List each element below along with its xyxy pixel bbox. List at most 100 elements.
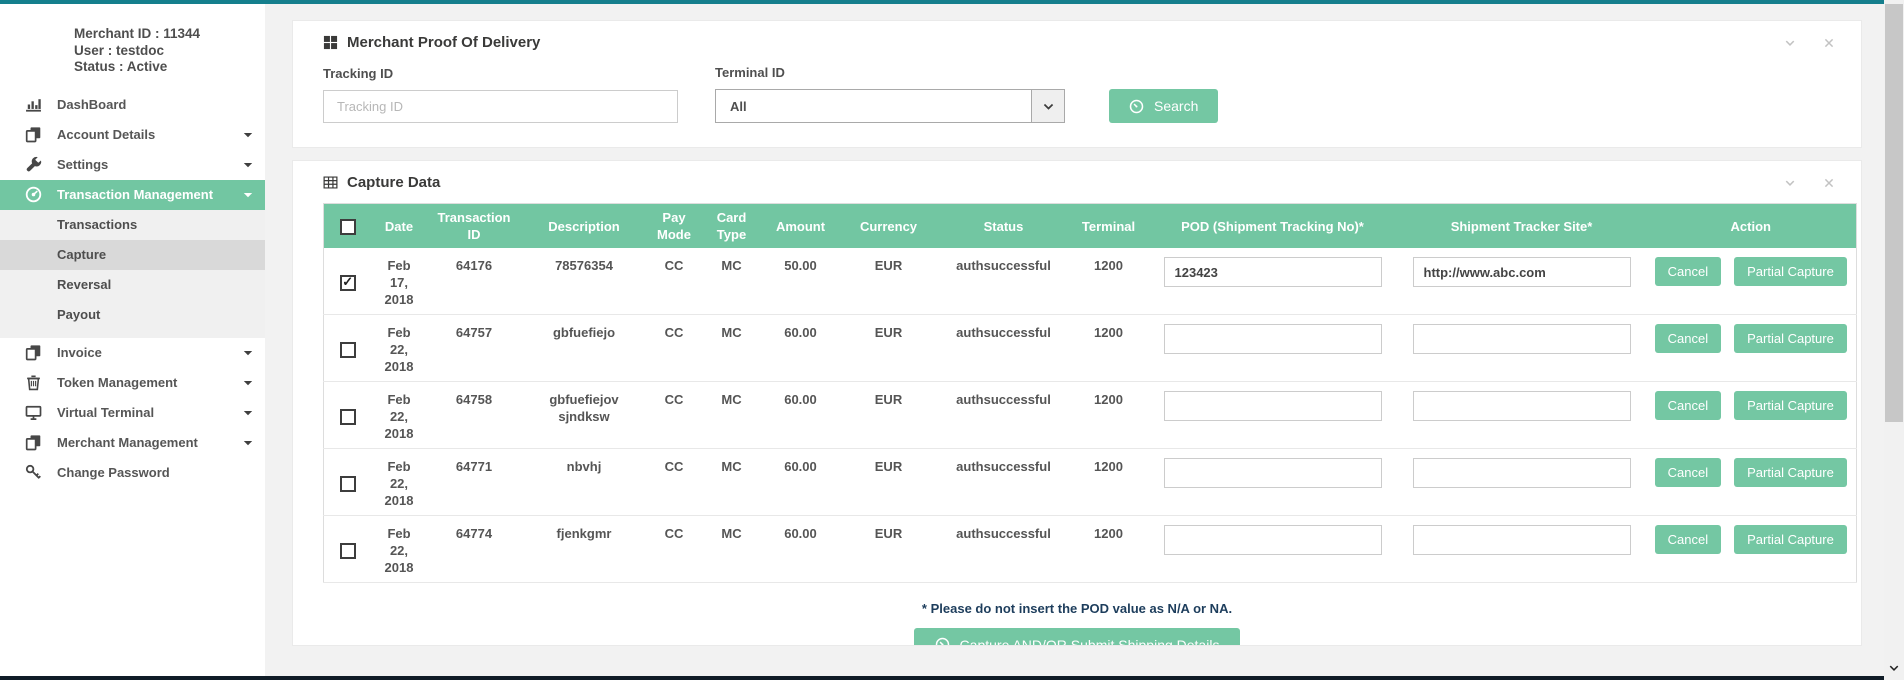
- cell-card-type: MC: [702, 382, 762, 449]
- cell-description: gbfuefiejov sjndksw: [522, 382, 647, 449]
- terminal-id-group: Terminal ID All: [715, 65, 1065, 123]
- scrollbar-down-button[interactable]: [1884, 659, 1904, 677]
- cell-date: Feb 22, 2018: [381, 324, 417, 375]
- pod-tracking-input[interactable]: [1164, 324, 1382, 354]
- cell-card-type: MC: [702, 315, 762, 382]
- cell-status: authsuccessful: [938, 516, 1070, 583]
- files-icon: [25, 344, 42, 361]
- cell-amount: 60.00: [762, 315, 840, 382]
- pod-tracking-input[interactable]: [1164, 257, 1382, 287]
- sidebar-item-label: Token Management: [57, 375, 243, 390]
- cell-date: Feb 22, 2018: [381, 391, 417, 442]
- sidebar-item-label: Transaction Management: [57, 187, 243, 202]
- sidebar-subitem-transactions[interactable]: Transactions: [0, 210, 265, 240]
- pod-panel-title-text: Merchant Proof Of Delivery: [347, 34, 540, 51]
- pod-note-text: * Please do not insert the POD value as …: [293, 601, 1861, 616]
- pod-panel-title: Merchant Proof Of Delivery: [323, 34, 540, 51]
- pod-panel-controls: [1784, 37, 1835, 49]
- sidebar-item-change-password[interactable]: Change Password: [0, 458, 265, 488]
- sidebar-item-account-details[interactable]: Account Details: [0, 120, 265, 150]
- cell-amount: 50.00: [762, 248, 840, 315]
- sidebar-item-virtual-terminal[interactable]: Virtual Terminal: [0, 398, 265, 428]
- sidebar-item-dashboard[interactable]: DashBoard: [0, 90, 265, 120]
- bar-chart-icon: [25, 96, 42, 113]
- tracker-site-input[interactable]: [1413, 257, 1631, 287]
- submit-row: Capture AND/OR Submit Shipping Details: [293, 628, 1861, 646]
- sidebar-item-invoice[interactable]: Invoice: [0, 338, 265, 368]
- capture-submit-button[interactable]: Capture AND/OR Submit Shipping Details: [914, 628, 1241, 646]
- table-row: Feb 22, 2018 64758 gbfuefiejov sjndksw C…: [324, 382, 1857, 449]
- cancel-button[interactable]: Cancel: [1655, 525, 1721, 554]
- select-chevron-down-icon[interactable]: [1031, 90, 1064, 122]
- cell-description: gbfuefiejo: [522, 315, 647, 382]
- cell-terminal: 1200: [1070, 315, 1148, 382]
- cell-currency: EUR: [840, 315, 938, 382]
- pod-tracking-input[interactable]: [1164, 391, 1382, 421]
- column-header: POD (Shipment Tracking No)*: [1148, 204, 1398, 249]
- pod-tracking-input[interactable]: [1164, 458, 1382, 488]
- sidebar-item-transaction-management[interactable]: Transaction Management: [0, 180, 265, 210]
- cell-pay-mode: CC: [647, 516, 702, 583]
- tracker-site-input[interactable]: [1413, 391, 1631, 421]
- tracker-site-input[interactable]: [1413, 324, 1631, 354]
- clock-icon: [935, 637, 950, 646]
- cell-transaction-id: 64757: [427, 315, 522, 382]
- cell-status: authsuccessful: [938, 382, 1070, 449]
- sidebar-item-settings[interactable]: Settings: [0, 150, 265, 180]
- sidebar-subitem-payout[interactable]: Payout: [0, 300, 265, 330]
- capture-panel-header: Capture Data: [293, 161, 1861, 191]
- cancel-button[interactable]: Cancel: [1655, 257, 1721, 286]
- table-row: Feb 17, 2018 64176 78576354 CC MC 50.00 …: [324, 248, 1857, 315]
- sidebar-item-token-management[interactable]: Token Management: [0, 368, 265, 398]
- column-header: Shipment Tracker Site*: [1398, 204, 1646, 249]
- cell-terminal: 1200: [1070, 516, 1148, 583]
- partial-capture-button[interactable]: Partial Capture: [1734, 391, 1847, 420]
- cell-transaction-id: 64758: [427, 382, 522, 449]
- table-row: Feb 22, 2018 64774 fjenkgmr CC MC 60.00 …: [324, 516, 1857, 583]
- trash-icon: [25, 374, 42, 391]
- tracker-site-input[interactable]: [1413, 458, 1631, 488]
- close-icon[interactable]: [1823, 177, 1835, 189]
- cell-date: Feb 17, 2018: [381, 257, 417, 308]
- row-select-checkbox[interactable]: [340, 543, 356, 559]
- partial-capture-button[interactable]: Partial Capture: [1734, 324, 1847, 353]
- sidebar-submenu: TransactionsCaptureReversalPayout: [0, 210, 265, 338]
- cell-pay-mode: CC: [647, 248, 702, 315]
- merchant-status-text: Status : Active: [74, 59, 265, 76]
- collapse-icon[interactable]: [1784, 37, 1796, 49]
- tracking-id-input[interactable]: [323, 90, 678, 123]
- partial-capture-button[interactable]: Partial Capture: [1734, 257, 1847, 286]
- cancel-button[interactable]: Cancel: [1655, 458, 1721, 487]
- terminal-id-select[interactable]: All: [715, 89, 1065, 123]
- column-header: Amount: [762, 204, 840, 249]
- terminal-id-selected-value: All: [716, 90, 1031, 122]
- cell-transaction-id: 64774: [427, 516, 522, 583]
- sidebar-subitem-reversal[interactable]: Reversal: [0, 270, 265, 300]
- table-icon: [323, 175, 338, 190]
- vertical-scrollbar[interactable]: [1884, 0, 1904, 680]
- sidebar-item-merchant-management[interactable]: Merchant Management: [0, 428, 265, 458]
- search-button[interactable]: Search: [1109, 89, 1218, 123]
- row-select-checkbox[interactable]: [340, 409, 356, 425]
- files-icon: [25, 434, 42, 451]
- column-header: Card Type: [702, 204, 762, 249]
- collapse-icon[interactable]: [1784, 177, 1796, 189]
- key-icon: [25, 464, 42, 481]
- cancel-button[interactable]: Cancel: [1655, 324, 1721, 353]
- row-select-checkbox[interactable]: [340, 476, 356, 492]
- partial-capture-button[interactable]: Partial Capture: [1734, 458, 1847, 487]
- grid-icon: [323, 35, 338, 50]
- row-select-checkbox[interactable]: [340, 342, 356, 358]
- scrollbar-thumb[interactable]: [1885, 4, 1903, 422]
- partial-capture-button[interactable]: Partial Capture: [1734, 525, 1847, 554]
- row-select-checkbox[interactable]: [340, 275, 356, 291]
- sidebar-subitem-capture[interactable]: Capture: [0, 240, 265, 270]
- pod-panel: Merchant Proof Of Delivery Tracking ID T…: [292, 20, 1862, 148]
- select-all-checkbox[interactable]: [340, 219, 356, 235]
- pod-tracking-input[interactable]: [1164, 525, 1382, 555]
- tracker-site-input[interactable]: [1413, 525, 1631, 555]
- close-icon[interactable]: [1823, 37, 1835, 49]
- column-header: Terminal: [1070, 204, 1148, 249]
- cell-card-type: MC: [702, 449, 762, 516]
- cancel-button[interactable]: Cancel: [1655, 391, 1721, 420]
